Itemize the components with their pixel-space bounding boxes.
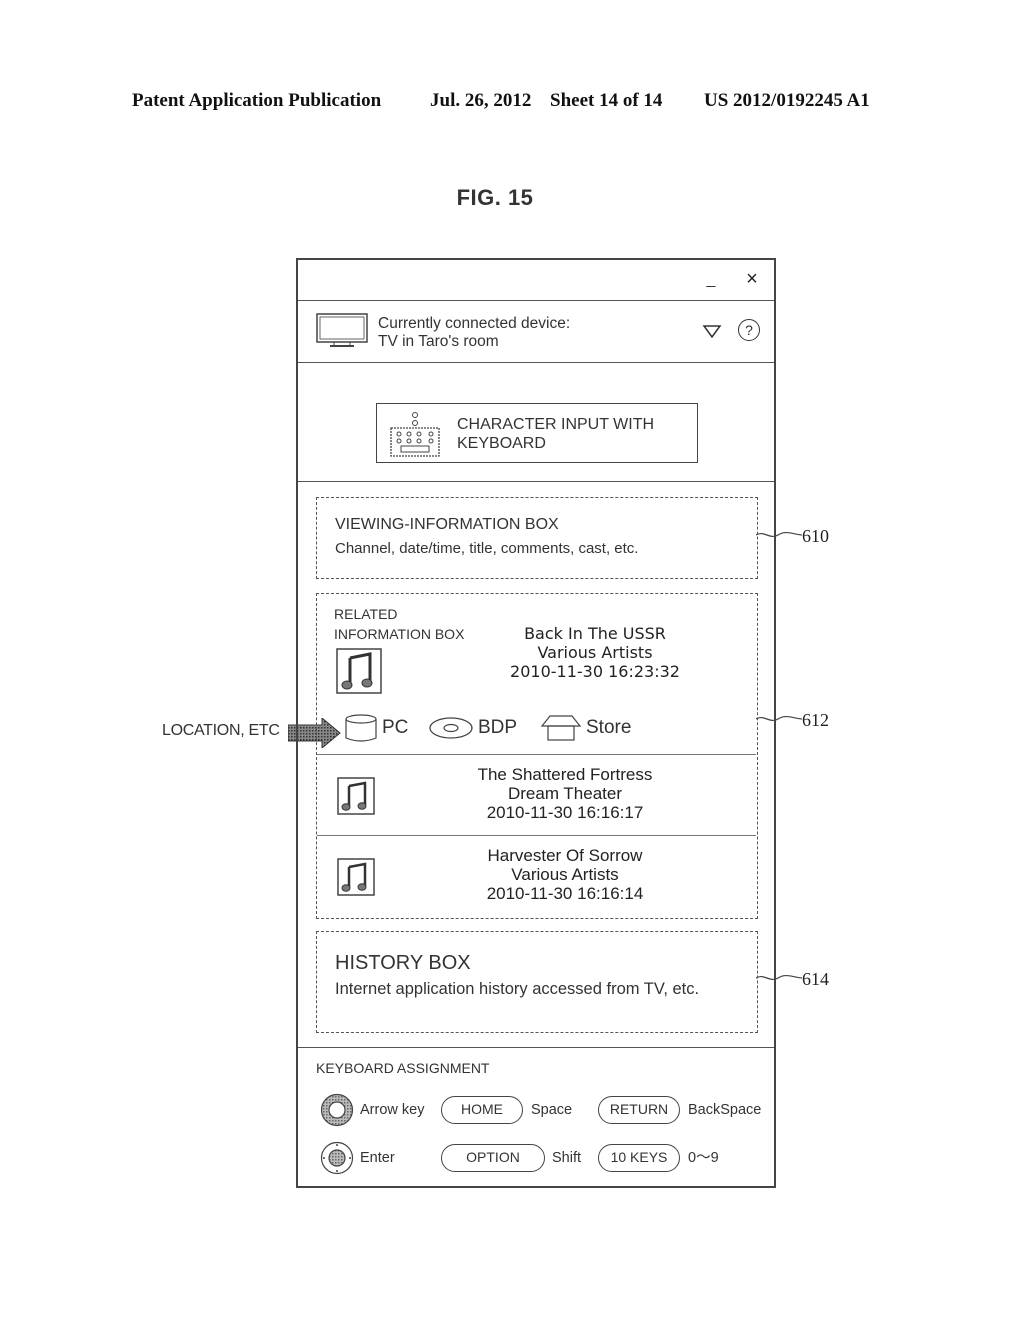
- patent-number: US 2012/0192245 A1: [704, 90, 870, 111]
- return-button[interactable]: RETURN: [598, 1096, 680, 1124]
- location-pc[interactable]: PC: [344, 712, 408, 744]
- track-artist: Dream Theater: [507, 784, 622, 803]
- history-box-title: HISTORY BOX: [335, 952, 471, 974]
- connected-device-name: TV in Taro's room: [378, 333, 499, 350]
- digits-label: 0〜9: [688, 1150, 719, 1166]
- publication-label: Patent Application Publication: [132, 90, 382, 111]
- space-label: Space: [531, 1102, 573, 1118]
- ring-dpad-icon: [320, 1093, 354, 1127]
- arrow-key-label: Arrow key: [360, 1102, 425, 1118]
- viewing-box-title: VIEWING-INFORMATION BOX: [335, 516, 559, 533]
- track-datetime: 2010-11-30 16:16:14: [486, 884, 644, 903]
- connected-device-info: Currently connected device: TV in Taro's…: [378, 315, 570, 351]
- location-store[interactable]: Store: [540, 712, 631, 744]
- figure-title: FIG. 15: [456, 185, 534, 210]
- location-bdp-label: BDP: [478, 717, 518, 738]
- close-button[interactable]: ×: [742, 268, 762, 290]
- keyboard-assignment-title: KEYBOARD ASSIGNMENT: [316, 1060, 490, 1076]
- store-icon: [540, 715, 582, 741]
- related-current-item[interactable]: RELATED INFORMATION BOX Back In The USSR…: [317, 594, 756, 755]
- track-datetime: 2010-11-30 16:16:17: [486, 803, 644, 822]
- music-note-icon: [336, 648, 382, 694]
- help-icon: ?: [745, 322, 753, 338]
- app-window: _ × Currently connected device: TV in Ta…: [296, 258, 776, 1188]
- location-pc-label: PC: [382, 717, 409, 738]
- related-list-item[interactable]: The Shattered Fortress Dream Theater 201…: [317, 755, 756, 836]
- option-button[interactable]: OPTION: [441, 1144, 545, 1172]
- minimize-button[interactable]: _: [702, 270, 720, 290]
- disc-icon: [429, 717, 473, 739]
- related-box-label-line2: INFORMATION BOX: [334, 626, 465, 642]
- close-icon: ×: [746, 268, 758, 290]
- location-annotation: LOCATION, ETC: [162, 722, 280, 739]
- ref-614: 614: [802, 969, 829, 989]
- keyboard-icon: [390, 412, 440, 457]
- character-input-label-line2: KEYBOARD: [457, 435, 546, 452]
- music-note-icon: [337, 858, 375, 896]
- track-datetime: 2010-11-30 16:23:32: [510, 662, 680, 681]
- minimize-icon: _: [706, 271, 716, 288]
- cylinder-icon: [345, 714, 377, 742]
- sheet-number: Sheet 14 of 14: [550, 90, 663, 111]
- shift-label: Shift: [552, 1150, 582, 1166]
- character-input-button[interactable]: CHARACTER INPUT WITH KEYBOARD: [376, 403, 698, 463]
- track-title: Harvester Of Sorrow: [487, 846, 643, 865]
- related-list-item[interactable]: Harvester Of Sorrow Various Artists 2010…: [317, 836, 756, 916]
- center-dpad-icon: [320, 1141, 354, 1175]
- tv-icon: [316, 313, 368, 347]
- publication-date: Jul. 26, 2012: [430, 90, 532, 111]
- track-title: The Shattered Fortress: [477, 765, 653, 784]
- history-box-subtitle: Internet application history accessed fr…: [335, 980, 700, 998]
- keyboard-input-area: CHARACTER INPUT WITH KEYBOARD: [298, 363, 774, 482]
- divider: [298, 1047, 774, 1048]
- related-box-label: RELATED INFORMATION BOX: [334, 604, 464, 644]
- track-info: Harvester Of Sorrow Various Artists 2010…: [425, 846, 705, 903]
- viewing-box-subtitle: Channel, date/time, title, comments, cas…: [335, 540, 639, 557]
- ref-612: 612: [802, 710, 829, 730]
- backspace-label: BackSpace: [688, 1102, 762, 1118]
- related-box-label-line1: RELATED: [334, 606, 398, 622]
- character-input-label: CHARACTER INPUT WITH KEYBOARD: [457, 415, 654, 453]
- home-button[interactable]: HOME: [441, 1096, 523, 1124]
- history-box[interactable]: HISTORY BOX Internet application history…: [316, 931, 758, 1033]
- related-information-box: RELATED INFORMATION BOX Back In The USSR…: [316, 593, 758, 919]
- ten-keys-button[interactable]: 10 KEYS: [598, 1144, 680, 1172]
- location-bdp[interactable]: BDP: [428, 712, 517, 744]
- track-artist: Various Artists: [511, 865, 619, 884]
- device-bar: Currently connected device: TV in Taro's…: [298, 301, 774, 363]
- connected-device-label: Currently connected device:: [378, 315, 571, 332]
- title-bar: _ ×: [298, 260, 774, 301]
- ref-610: 610: [802, 526, 829, 546]
- track-info: The Shattered Fortress Dream Theater 201…: [425, 765, 705, 822]
- current-track-info: Back In The USSR Various Artists 2010-11…: [465, 624, 725, 681]
- track-title: Back In The USSR: [524, 624, 666, 643]
- track-artist: Various Artists: [537, 643, 653, 662]
- viewing-information-box[interactable]: VIEWING-INFORMATION BOX Channel, date/ti…: [316, 497, 758, 579]
- help-button[interactable]: ?: [738, 319, 760, 341]
- enter-label: Enter: [360, 1150, 395, 1166]
- character-input-label-line1: CHARACTER INPUT WITH: [457, 416, 655, 433]
- location-store-label: Store: [586, 717, 632, 738]
- triangle-down-icon[interactable]: [702, 323, 722, 339]
- music-note-icon: [337, 777, 375, 815]
